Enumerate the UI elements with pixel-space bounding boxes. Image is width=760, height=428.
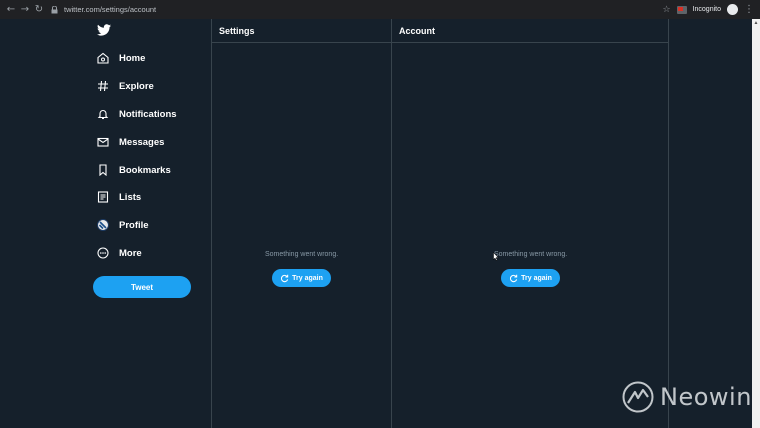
settings-retry-label: Try again [292, 274, 323, 282]
bookmark-star-icon[interactable]: ☆ [663, 5, 671, 15]
settings-column-title: Settings [212, 19, 391, 43]
bell-icon [97, 108, 109, 120]
sidebar-item-bookmarks[interactable]: Bookmarks [97, 162, 171, 178]
browser-toolbar: ← → ↻ twitter.com/settings/account ☆ Inc… [0, 0, 760, 19]
sidebar-item-label: Lists [119, 191, 142, 203]
sidebar-item-label: Home [119, 52, 146, 64]
incognito-label: Incognito [692, 6, 721, 13]
address-bar[interactable]: twitter.com/settings/account [50, 3, 678, 16]
sidebar-item-label: Notifications [119, 108, 177, 120]
refresh-icon [510, 274, 518, 282]
account-error-message: Something went wrong. [494, 251, 568, 258]
page-scrollbar[interactable]: ▲ [752, 19, 760, 428]
primary-navigation: Home Explore Notifications Messages Book… [90, 19, 211, 428]
bookmark-icon [97, 164, 109, 176]
neowin-logo-icon [622, 381, 654, 413]
sidebar-item-label: Explore [119, 80, 154, 92]
sidebar-item-lists[interactable]: Lists [97, 189, 141, 205]
sidebar-item-profile[interactable]: Profile [97, 217, 149, 233]
refresh-icon [281, 274, 289, 282]
account-retry-button[interactable]: Try again [501, 269, 560, 287]
url-text: twitter.com/settings/account [64, 5, 157, 14]
sidebar-item-label: More [119, 247, 142, 259]
incognito-icon[interactable] [727, 4, 738, 15]
envelope-icon [97, 136, 109, 148]
browser-menu-icon[interactable]: ⋮ [744, 4, 754, 15]
tweet-button[interactable]: Tweet [93, 276, 191, 298]
scroll-up-arrow-icon[interactable]: ▲ [752, 19, 760, 27]
back-arrow-icon[interactable]: ← [4, 0, 18, 19]
reload-icon[interactable]: ↻ [32, 0, 46, 19]
hashtag-icon [97, 80, 109, 92]
sidebar-item-label: Profile [119, 219, 149, 231]
sidebar-item-explore[interactable]: Explore [97, 78, 154, 94]
lock-icon [50, 5, 59, 14]
twitter-logo-icon[interactable] [97, 24, 111, 36]
settings-error-message: Something went wrong. [265, 251, 339, 258]
sidebar-item-notifications[interactable]: Notifications [97, 106, 177, 122]
extension-icon[interactable] [676, 5, 687, 14]
home-icon [97, 52, 109, 64]
list-icon [97, 191, 109, 203]
mouse-cursor-icon [493, 252, 499, 261]
watermark-text: Neowin [660, 383, 752, 411]
neowin-watermark: Neowin [622, 381, 752, 413]
forward-arrow-icon[interactable]: → [18, 0, 32, 19]
account-column-title: Account [392, 19, 668, 43]
sidebar-item-home[interactable]: Home [97, 50, 145, 66]
sidebar-item-label: Messages [119, 136, 165, 148]
sidebar-item-label: Bookmarks [119, 164, 171, 176]
sidebar-item-messages[interactable]: Messages [97, 134, 164, 150]
account-column: Account Something went wrong. Try again [391, 19, 669, 428]
settings-column: Settings Something went wrong. Try again [211, 19, 391, 428]
more-icon [97, 247, 109, 259]
settings-retry-button[interactable]: Try again [272, 269, 331, 287]
avatar-icon [97, 219, 109, 231]
sidebar-item-more[interactable]: More [97, 245, 142, 261]
account-retry-label: Try again [521, 274, 552, 282]
